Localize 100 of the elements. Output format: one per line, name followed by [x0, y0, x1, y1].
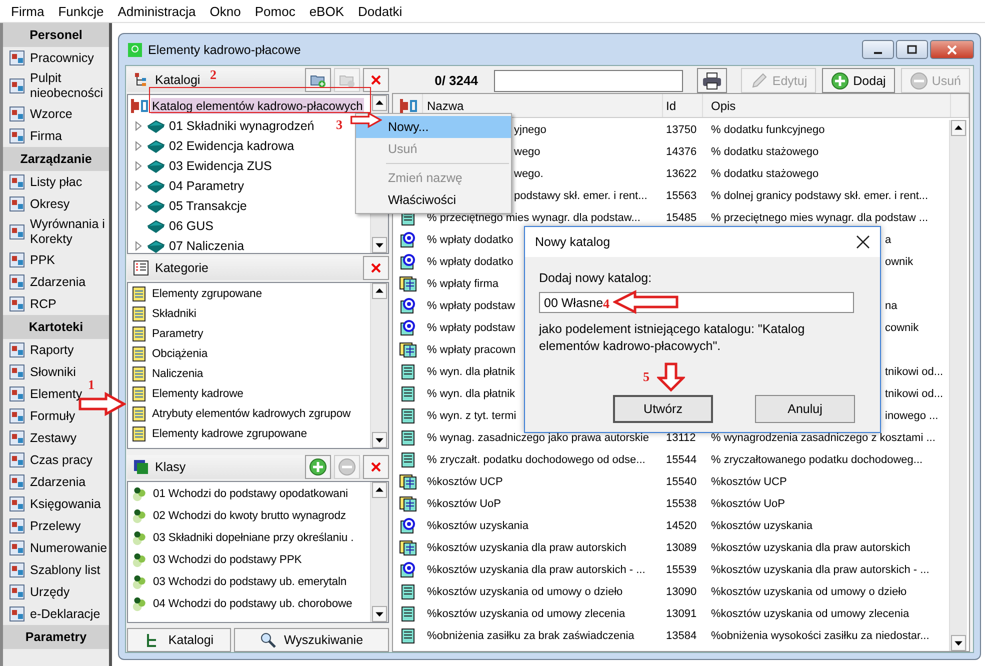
category-item[interactable]: Parametry — [151, 327, 204, 341]
scrollbar[interactable] — [370, 482, 388, 622]
sidebar-item[interactable]: Zdarzenia — [30, 274, 86, 290]
sidebar-item[interactable]: PPK — [30, 252, 56, 268]
sidebar-item[interactable]: Elementy — [30, 386, 82, 402]
minimize-button[interactable] — [862, 40, 894, 59]
document-icon — [8, 517, 26, 535]
menu-item[interactable]: Firma — [4, 4, 52, 18]
close-panel-button[interactable] — [363, 68, 389, 92]
category-item[interactable]: Naliczenia — [151, 367, 204, 381]
close-panel-button[interactable] — [363, 256, 389, 280]
sidebar-item[interactable]: Szablony list — [30, 562, 100, 578]
category-item[interactable]: Elementy kadrowe zgrupowane — [151, 427, 308, 441]
book-icon — [147, 238, 165, 253]
close-button[interactable] — [930, 40, 974, 59]
scroll-up-icon[interactable] — [372, 283, 387, 299]
category-item[interactable]: Elementy zgrupowane — [151, 287, 263, 301]
column-header[interactable]: Id — [663, 94, 703, 117]
tree-item[interactable]: 06 GUS — [168, 218, 214, 234]
toolbar-button[interactable]: Dodaj — [822, 68, 895, 93]
tree-item[interactable]: 07 Naliczenia — [168, 238, 246, 253]
dialog-button[interactable]: Anuluj — [755, 395, 855, 423]
context-menu-item[interactable]: Nowy... — [356, 116, 511, 138]
tree-item[interactable]: Katalog elementów kadrowo-płacowych — [151, 98, 364, 114]
sidebar-item[interactable]: Słowniki — [30, 364, 76, 380]
class-item[interactable]: 03 Składniki dopełniane przy określaniu . — [152, 531, 355, 545]
sidebar-item[interactable]: Wzorce — [30, 106, 72, 122]
tab-button[interactable]: Wyszukiwanie — [234, 628, 389, 652]
menu-item[interactable]: Okno — [202, 4, 248, 18]
maximize-button[interactable] — [896, 40, 928, 59]
document-icon — [8, 223, 26, 241]
scroll-down-icon[interactable] — [372, 606, 387, 622]
printer-icon — [702, 72, 722, 90]
menu-item[interactable]: eBOK — [302, 4, 352, 18]
sidebar-item[interactable]: Numerowanie — [30, 540, 108, 556]
tree-item[interactable]: 04 Parametry — [168, 178, 246, 194]
add-button[interactable] — [305, 455, 331, 479]
print-button[interactable] — [697, 68, 728, 93]
scroll-up-icon[interactable] — [951, 120, 966, 136]
sidebar-item[interactable]: Zdarzenia — [30, 474, 86, 490]
scroll-down-icon[interactable] — [951, 635, 966, 651]
close-panel-button[interactable] — [363, 455, 389, 479]
menu-item[interactable]: Dodatki — [351, 4, 410, 18]
table-cell: % dodatku stażowego — [711, 168, 819, 180]
tree-item[interactable]: 02 Ewidencja kadrowa — [168, 138, 296, 154]
class-item[interactable]: 02 Wchodzi do kwoty brutto wynagrodz — [152, 509, 347, 523]
sidebar-item[interactable]: Wyrównania i Korekty — [30, 217, 107, 247]
table-cell: %kosztów uzyskania dla praw autorskich — [427, 542, 626, 554]
scrollbar[interactable] — [370, 283, 388, 448]
document-icon — [8, 539, 26, 557]
sidebar-item[interactable]: Okresy — [30, 196, 70, 212]
sidebar-item[interactable]: Księgowania — [30, 496, 101, 512]
document-icon — [8, 561, 26, 579]
class-item[interactable]: 03 Wchodzi do podstawy PPK — [152, 553, 303, 567]
close-icon — [370, 74, 382, 86]
dialog-button[interactable]: Utwórz — [613, 395, 713, 423]
sidebar-item[interactable]: RCP — [30, 296, 56, 312]
dialog-title: Nowy katalog — [535, 235, 610, 249]
search-field[interactable] — [494, 70, 684, 92]
scroll-down-icon[interactable] — [372, 432, 387, 448]
scroll-down-icon[interactable] — [372, 237, 387, 253]
sidebar-item[interactable]: Urzędy — [30, 584, 70, 600]
table-cell: tnikowi od... — [885, 366, 944, 378]
class-item[interactable]: 04 Wchodzi do podstawy ub. chorobowe — [152, 597, 354, 611]
sidebar-group-header[interactable]: Personel — [3, 23, 109, 47]
sidebar-item[interactable]: Firma — [30, 128, 62, 144]
class-item[interactable]: 03 Wchodzi do podstawy ub. emerytaln — [152, 575, 348, 589]
sidebar-item[interactable]: Raporty — [30, 342, 74, 358]
sidebar-group-header[interactable]: Zarządzanie — [3, 147, 109, 171]
context-menu-item[interactable]: Właściwości — [356, 189, 511, 211]
category-item[interactable]: Obciążenia — [151, 347, 209, 361]
sidebar-item[interactable]: Formuły — [30, 408, 76, 424]
scroll-up-icon[interactable] — [372, 95, 387, 111]
menu-item[interactable]: Pomoc — [248, 4, 302, 18]
category-item[interactable]: Elementy kadrowe — [151, 387, 244, 401]
column-header[interactable]: Opis — [703, 94, 951, 117]
sidebar-group-header[interactable]: Kartoteki — [3, 315, 109, 339]
sidebar-item[interactable]: Pracownicy — [30, 50, 94, 66]
table-cell: ownik — [885, 256, 914, 268]
scroll-up-icon[interactable] — [372, 482, 387, 498]
category-item[interactable]: Atrybuty elementów kadrowych zgrupow — [151, 407, 352, 421]
menu-item[interactable]: Funkcje — [51, 4, 111, 18]
tree-item[interactable]: 05 Transakcje — [168, 198, 248, 214]
sidebar-item[interactable]: Przelewy — [30, 518, 81, 534]
expand-icon[interactable] — [135, 241, 143, 251]
sidebar-item[interactable]: Czas pracy — [30, 452, 93, 468]
close-icon[interactable] — [856, 235, 870, 249]
sidebar-item[interactable]: Pulpit nieobecności — [30, 71, 107, 101]
sidebar-item[interactable]: Zestawy — [30, 430, 77, 446]
sidebar-item[interactable]: e-Deklaracje — [30, 606, 100, 622]
menu-item[interactable]: Administracja — [110, 4, 203, 18]
scrollbar[interactable] — [949, 120, 967, 651]
tree-item[interactable]: 01 Składniki wynagrodzeń — [168, 118, 316, 134]
tree-item[interactable]: 03 Ewidencja ZUS — [168, 158, 273, 174]
class-item[interactable]: 01 Wchodzi do podstawy opodatkowani — [152, 487, 349, 501]
sidebar-group-header[interactable]: Parametry — [3, 625, 109, 649]
tab-button[interactable]: Katalogi — [127, 628, 231, 652]
sidebar-item[interactable]: Listy płac — [30, 174, 82, 190]
new-folder-button[interactable] — [305, 68, 331, 92]
category-item[interactable]: Składniki — [151, 307, 198, 321]
